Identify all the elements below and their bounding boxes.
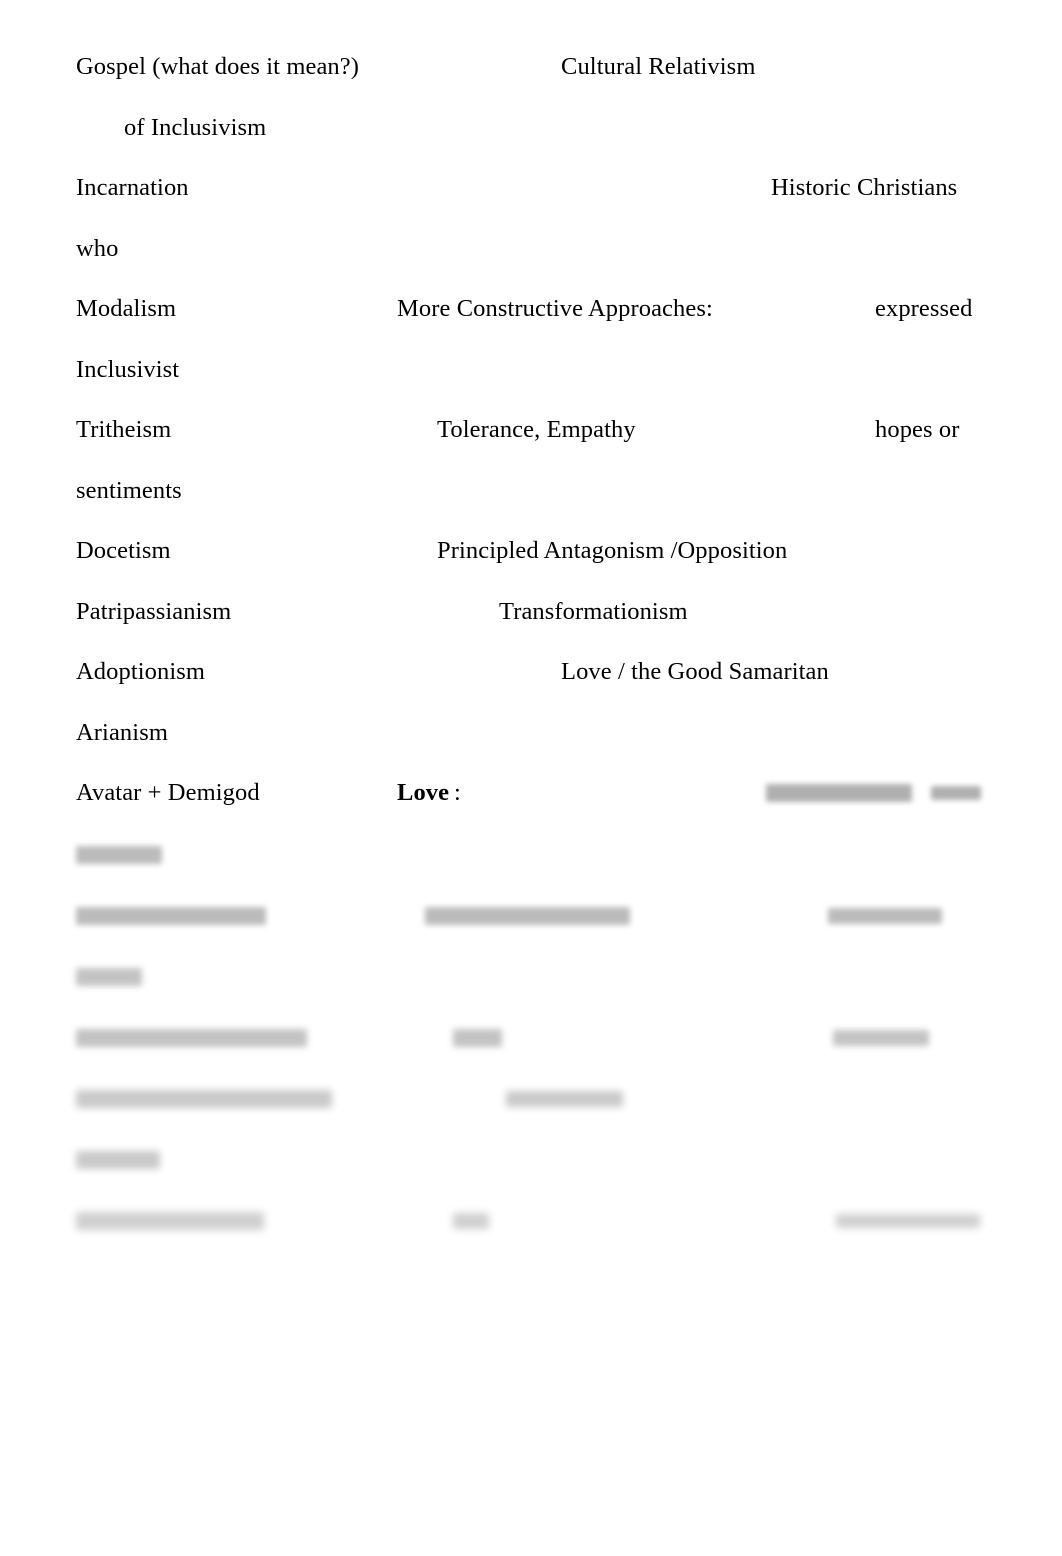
blurred-text-segment <box>76 1090 332 1108</box>
blurred-text-line <box>76 838 1062 872</box>
blurred-text-segment <box>828 908 942 924</box>
text-line: Inclusivist <box>76 353 1062 387</box>
blurred-text-segment <box>76 907 266 925</box>
text-segment: More Constructive Approaches: <box>397 295 713 322</box>
blurred-text-line <box>76 1204 1062 1238</box>
text-segment: Tolerance, Empathy <box>437 416 636 443</box>
text-line: of Inclusivism <box>76 111 1062 145</box>
text-segment: Historic Christians <box>771 174 958 201</box>
text-segment: Docetism <box>76 537 171 564</box>
text-line: Patripassianism Transformationism <box>76 595 1062 629</box>
text-segment: sentiments <box>76 477 182 504</box>
text-line: Modalism More Constructive Approaches: exp… <box>76 292 1062 326</box>
blurred-text-line <box>76 1143 1062 1177</box>
blurred-text-line <box>76 899 1062 933</box>
blurred-text-line <box>76 960 1062 994</box>
text-segment: Inclusivist <box>76 356 180 383</box>
blurred-text-segment <box>76 1151 160 1169</box>
blurred-text-segment <box>425 907 630 925</box>
blurred-text-segment <box>506 1091 623 1107</box>
blurred-text-segment <box>453 1213 489 1229</box>
blurred-text-segment <box>836 1214 980 1228</box>
blurred-text-segment <box>76 1029 307 1047</box>
text-segment: who <box>76 235 119 262</box>
blurred-text-segment <box>833 1030 929 1046</box>
text-segment: hopes or <box>875 416 960 443</box>
text-line: Arianism <box>76 716 1062 750</box>
text-segment: of Inclusivism <box>124 114 267 141</box>
blurred-text-segment <box>76 846 162 864</box>
text-segment: Patripassianism <box>76 598 232 625</box>
document-page: Gospel (what does it mean?) Cultural Rela… <box>0 0 1062 1556</box>
text-segment: Incarnation <box>76 174 189 201</box>
blurred-text-line <box>76 776 1062 810</box>
blurred-text-line <box>76 1082 1062 1116</box>
text-segment: Love / the Good Samaritan <box>561 658 829 685</box>
text-line: Adoptionism Love / the Good Samaritan <box>76 655 1062 689</box>
text-segment: expressed <box>875 295 973 322</box>
text-line: Incarnation Historic Christians <box>76 171 1062 205</box>
text-line: Docetism Principled Antagonism /Oppositio… <box>76 534 1062 568</box>
text-line: who <box>76 232 1062 266</box>
text-segment: Principled Antagonism /Opposition <box>437 537 788 564</box>
text-line: Tritheism Tolerance, Empathy hopes or <box>76 413 1062 447</box>
text-segment: Cultural Relativism <box>561 53 756 80</box>
text-line: sentiments <box>76 474 1062 508</box>
blurred-text-segment <box>453 1029 502 1047</box>
text-segment: Tritheism <box>76 416 172 443</box>
text-segment: Transformationism <box>499 598 688 625</box>
blurred-text-segment <box>931 786 981 800</box>
text-line: Gospel (what does it mean?) Cultural Rela… <box>76 50 1062 84</box>
text-segment: Modalism <box>76 295 177 322</box>
blurred-text-segment <box>76 1212 264 1230</box>
blurred-text-line <box>76 1021 1062 1055</box>
text-segment: Gospel (what does it mean?) <box>76 53 360 80</box>
blurred-text-segment <box>76 968 142 986</box>
text-segment: Arianism <box>76 719 168 746</box>
blurred-text-segment <box>766 784 912 802</box>
text-segment: Adoptionism <box>76 658 206 685</box>
